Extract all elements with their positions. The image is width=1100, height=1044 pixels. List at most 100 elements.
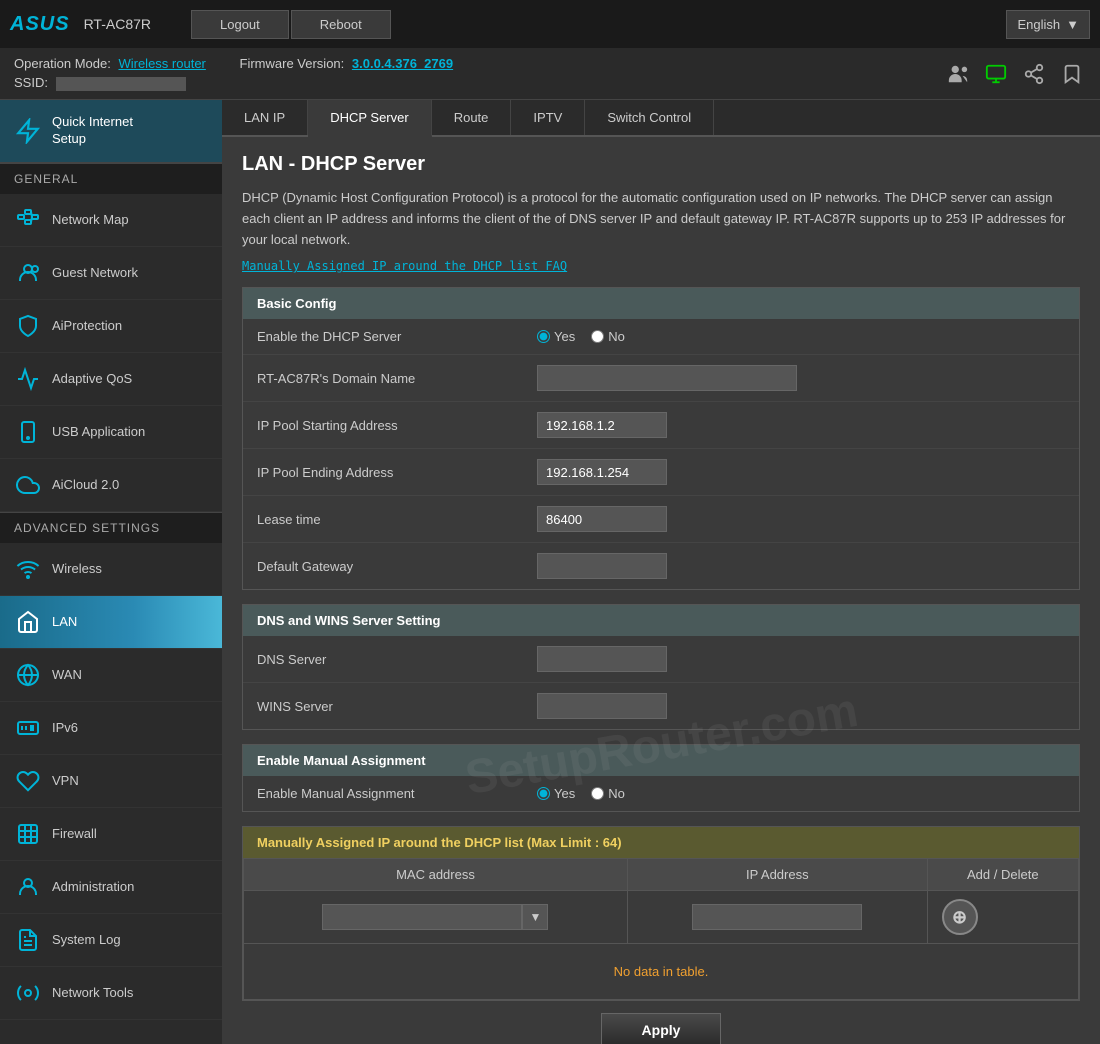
label-ip-pool-start: IP Pool Starting Address [257,418,537,433]
guest-network-icon [14,259,42,287]
radio-yes-manual[interactable]: Yes [537,786,575,801]
sidebar-item-firewall[interactable]: Firewall [0,808,222,861]
fw-label: Firmware Version: [240,56,345,71]
sidebar-label-network-tools: Network Tools [52,985,133,1000]
input-ip-pool-end[interactable] [537,459,667,485]
topbar: ASUS RT-AC87R Logout Reboot English ▼ [0,0,1100,48]
sidebar-item-network-tools[interactable]: Network Tools [0,967,222,1020]
system-log-icon [14,926,42,954]
sidebar-item-wireless[interactable]: Wireless [0,543,222,596]
input-dns-server[interactable] [537,646,667,672]
sidebar: Quick InternetSetup General Network Map … [0,100,222,1044]
radio-no-manual[interactable]: No [591,786,625,801]
input-wins-server[interactable] [537,693,667,719]
usb-application-icon [14,418,42,446]
tab-dhcp-server[interactable]: DHCP Server [308,100,432,137]
sidebar-item-guest-network[interactable]: Guest Network [0,247,222,300]
mac-dropdown-btn[interactable]: ▼ [522,904,548,930]
network-tools-icon [14,979,42,1007]
logout-button[interactable]: Logout [191,10,289,39]
tab-bar: LAN IP DHCP Server Route IPTV Switch Con… [222,100,1100,137]
section-general: General [0,163,222,194]
value-ip-pool-start [537,412,1065,438]
section-dhcp-list-header: Manually Assigned IP around the DHCP lis… [243,827,1079,858]
sidebar-label-administration: Administration [52,879,134,894]
lan-icon [14,608,42,636]
main-layout: Quick InternetSetup General Network Map … [0,100,1100,1044]
reboot-button[interactable]: Reboot [291,10,391,39]
add-entry-button[interactable]: ⊕ [942,899,978,935]
label-domain-name: RT-AC87R's Domain Name [257,371,537,386]
tab-route[interactable]: Route [432,100,512,135]
sidebar-label-aiprotection: AiProtection [52,318,122,333]
section-basic-config-header: Basic Config [243,288,1079,319]
radio-input-no-manual[interactable] [591,787,604,800]
label-ip-pool-end: IP Pool Ending Address [257,465,537,480]
mac-address-input[interactable] [322,904,522,930]
tab-lan-ip[interactable]: LAN IP [222,100,308,135]
sidebar-item-vpn[interactable]: VPN [0,755,222,808]
section-dns-wins-header: DNS and WINS Server Setting [243,605,1079,636]
content-area: LAN IP DHCP Server Route IPTV Switch Con… [222,100,1100,1044]
wan-icon [14,661,42,689]
field-ip-pool-start: IP Pool Starting Address [243,402,1079,449]
value-default-gateway [537,553,1065,579]
chevron-down-icon: ▼ [1066,17,1079,32]
dhcp-input-row: ▼ ⊕ [244,891,1079,944]
section-basic-config: Basic Config Enable the DHCP Server Yes [242,287,1080,590]
label-dns-server: DNS Server [257,652,537,667]
radio-input-no-dhcp[interactable] [591,330,604,343]
label-default-gateway: Default Gateway [257,559,537,574]
input-lease-time[interactable] [537,506,667,532]
sidebar-item-aiprotection[interactable]: AiProtection [0,300,222,353]
sidebar-item-usb-application[interactable]: USB Application [0,406,222,459]
label-lease-time: Lease time [257,512,537,527]
value-enable-dhcp: Yes No [537,329,1065,344]
tab-switch-control[interactable]: Switch Control [585,100,714,135]
input-default-gateway[interactable] [537,553,667,579]
col-add-delete: Add / Delete [927,859,1078,891]
logo: ASUS RT-AC87R [10,13,151,36]
no-data-cell: No data in table. [244,944,1079,1000]
radio-yes-dhcp[interactable]: Yes [537,329,575,344]
input-domain-name[interactable] [537,365,797,391]
sidebar-item-wan[interactable]: WAN [0,649,222,702]
field-enable-dhcp: Enable the DHCP Server Yes No [243,319,1079,355]
firewall-icon [14,820,42,848]
sidebar-item-administration[interactable]: Administration [0,861,222,914]
ip-address-input[interactable] [692,904,862,930]
field-wins-server: WINS Server [243,683,1079,729]
input-ip-pool-start[interactable] [537,412,667,438]
network-map-icon [14,206,42,234]
section-manual-assignment-body: Enable Manual Assignment Yes No [243,776,1079,811]
faq-link[interactable]: Manually Assigned IP around the DHCP lis… [242,259,567,273]
wireless-icon [14,555,42,583]
logo-asus: ASUS [10,13,70,36]
sidebar-item-network-map[interactable]: Network Map [0,194,222,247]
sidebar-item-lan[interactable]: LAN [0,596,222,649]
cell-ip-input [627,891,927,944]
logo-model: RT-AC87R [84,16,151,32]
sidebar-label-aicloud: AiCloud 2.0 [52,477,119,492]
field-ip-pool-end: IP Pool Ending Address [243,449,1079,496]
sidebar-label-lan: LAN [52,614,77,629]
sidebar-item-aicloud[interactable]: AiCloud 2.0 [0,459,222,512]
op-mode-value[interactable]: Wireless router [118,56,205,71]
quick-setup-icon [14,117,42,145]
apply-button[interactable]: Apply [601,1013,722,1044]
sidebar-item-ipv6[interactable]: IPv6 [0,702,222,755]
op-mode-label: Operation Mode: [14,56,111,71]
topbar-buttons: Logout Reboot [191,10,391,39]
radio-input-yes-manual[interactable] [537,787,550,800]
radio-no-dhcp[interactable]: No [591,329,625,344]
tab-iptv[interactable]: IPTV [511,100,585,135]
sidebar-item-quick-setup[interactable]: Quick InternetSetup [0,100,222,163]
sidebar-item-adaptive-qos[interactable]: Adaptive QoS [0,353,222,406]
radio-input-yes-dhcp[interactable] [537,330,550,343]
no-data-row: No data in table. [244,944,1079,1000]
fw-value[interactable]: 3.0.0.4.376_2769 [352,56,453,71]
language-selector[interactable]: English ▼ [1006,10,1090,39]
value-enable-manual: Yes No [537,786,1065,801]
sidebar-item-system-log[interactable]: System Log [0,914,222,967]
aiprotection-icon [14,312,42,340]
